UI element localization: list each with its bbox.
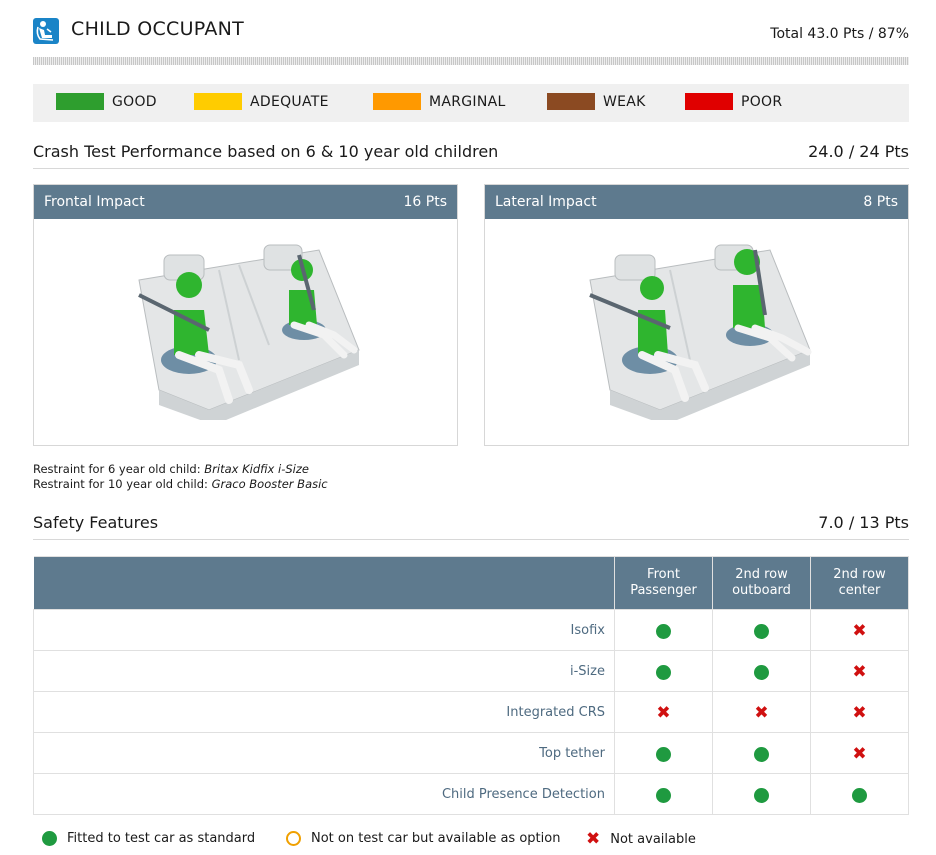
key-fitted-label: Fitted to test car as standard bbox=[67, 831, 256, 846]
fitted-dot-icon bbox=[754, 746, 769, 762]
feature-cell: ✖ bbox=[810, 609, 909, 651]
table-header-row: Front Passenger 2nd row outboard 2nd row ce… bbox=[33, 556, 909, 610]
feature-cell bbox=[614, 650, 713, 692]
frontal-impact-score: 16 Pts bbox=[403, 194, 448, 210]
table-row: Child Presence Detection bbox=[33, 773, 909, 815]
restraint-info: Restraint for 6 year old child: Britax K… bbox=[33, 462, 328, 492]
feature-cell bbox=[712, 650, 811, 692]
feature-cell: ✖ bbox=[810, 691, 909, 733]
col-front-passenger: Front Passenger bbox=[614, 556, 713, 610]
table-header-blank bbox=[33, 556, 615, 610]
not-available-x-icon: ✖ bbox=[852, 620, 867, 641]
option-ring-icon bbox=[286, 831, 301, 846]
key-not-available: ✖ Not available bbox=[586, 831, 696, 848]
feature-cell bbox=[712, 732, 811, 774]
table-row: Top tether ✖ bbox=[33, 732, 909, 774]
restraint-6yo: Restraint for 6 year old child: Britax K… bbox=[33, 462, 328, 477]
not-available-x-icon: ✖ bbox=[852, 743, 867, 764]
table-row: i-Size ✖ bbox=[33, 650, 909, 692]
fitted-dot-icon bbox=[754, 664, 769, 680]
fitted-dot-icon bbox=[656, 746, 671, 762]
feature-label: i-Size bbox=[33, 650, 615, 692]
legend-label-poor: POOR bbox=[741, 94, 783, 110]
total-score: Total 43.0 Pts / 87% bbox=[770, 26, 909, 42]
restraint-6yo-value: Britax Kidfix i-Size bbox=[204, 462, 309, 476]
crash-test-title: Crash Test Performance based on 6 & 10 y… bbox=[33, 142, 499, 161]
frontal-impact-header: Frontal Impact 16 Pts bbox=[34, 185, 457, 219]
feature-cell: ✖ bbox=[614, 691, 713, 733]
fitted-dot-icon bbox=[656, 664, 671, 680]
feature-cell bbox=[810, 773, 909, 815]
table-row: Integrated CRS ✖ ✖ ✖ bbox=[33, 691, 909, 733]
frontal-impact-label: Frontal Impact bbox=[44, 194, 145, 210]
table-row: Isofix ✖ bbox=[33, 609, 909, 651]
frontal-impact-panel: Frontal Impact 16 Pts bbox=[33, 184, 458, 446]
safety-features-heading: Safety Features 7.0 / 13 Pts bbox=[33, 513, 909, 540]
section-header: CHILD OCCUPANT Total 43.0 Pts / 87% bbox=[33, 18, 909, 48]
page-title: CHILD OCCUPANT bbox=[71, 18, 245, 40]
legend-swatch-weak bbox=[547, 93, 595, 110]
legend-label-weak: WEAK bbox=[603, 94, 646, 110]
fitted-dot-icon bbox=[754, 787, 769, 803]
key-fitted: Fitted to test car as standard bbox=[42, 831, 255, 846]
fitted-dot-icon bbox=[656, 623, 671, 639]
feature-cell bbox=[614, 609, 713, 651]
lateral-impact-header: Lateral Impact 8 Pts bbox=[485, 185, 908, 219]
not-available-x-icon: ✖ bbox=[586, 829, 601, 849]
rating-legend: GOOD ADEQUATE MARGINAL WEAK POOR bbox=[33, 84, 909, 122]
restraint-10yo-value: Graco Booster Basic bbox=[211, 477, 328, 491]
not-available-x-icon: ✖ bbox=[656, 702, 671, 723]
frontal-impact-seat-image bbox=[138, 244, 360, 420]
legend-swatch-poor bbox=[685, 93, 733, 110]
fitted-dot-icon bbox=[42, 831, 57, 846]
restraint-10yo: Restraint for 10 year old child: Graco B… bbox=[33, 477, 328, 492]
lateral-impact-panel: Lateral Impact 8 Pts bbox=[484, 184, 909, 446]
feature-cell: ✖ bbox=[810, 732, 909, 774]
lateral-impact-seat-image bbox=[589, 244, 812, 420]
feature-cell: ✖ bbox=[712, 691, 811, 733]
feature-cell bbox=[614, 773, 713, 815]
lateral-impact-score: 8 Pts bbox=[863, 194, 898, 210]
feature-cell bbox=[712, 773, 811, 815]
lateral-impact-label: Lateral Impact bbox=[495, 194, 597, 210]
crash-test-heading: Crash Test Performance based on 6 & 10 y… bbox=[33, 142, 909, 169]
key-option: Not on test car but available as option bbox=[286, 831, 560, 846]
safety-features-points: 7.0 / 13 Pts bbox=[818, 513, 909, 532]
fitted-dot-icon bbox=[852, 787, 867, 803]
legend-swatch-marginal bbox=[373, 93, 421, 110]
not-available-x-icon: ✖ bbox=[852, 661, 867, 682]
feature-label: Isofix bbox=[33, 609, 615, 651]
legend-swatch-good bbox=[56, 93, 104, 110]
col-2nd-row-outboard: 2nd row outboard bbox=[712, 556, 811, 610]
legend-label-adequate: ADEQUATE bbox=[250, 94, 329, 110]
legend-swatch-adequate bbox=[194, 93, 242, 110]
crash-test-points: 24.0 / 24 Pts bbox=[808, 142, 909, 161]
safety-features-title: Safety Features bbox=[33, 513, 159, 532]
not-available-x-icon: ✖ bbox=[754, 702, 769, 723]
header-divider bbox=[33, 57, 909, 65]
feature-label: Top tether bbox=[33, 732, 615, 774]
feature-cell: ✖ bbox=[810, 650, 909, 692]
col-2nd-row-center: 2nd row center bbox=[810, 556, 909, 610]
feature-cell bbox=[712, 609, 811, 651]
child-seat-icon bbox=[33, 18, 59, 44]
feature-cell bbox=[614, 732, 713, 774]
key-option-label: Not on test car but available as option bbox=[311, 831, 561, 846]
not-available-x-icon: ✖ bbox=[852, 702, 867, 723]
restraint-6yo-label: Restraint for 6 year old child: bbox=[33, 462, 201, 476]
key-na-label: Not available bbox=[610, 832, 696, 847]
feature-label: Child Presence Detection bbox=[33, 773, 615, 815]
safety-features-table: Front Passenger 2nd row outboard 2nd row ce… bbox=[33, 556, 909, 815]
fitted-dot-icon bbox=[754, 623, 769, 639]
fitted-dot-icon bbox=[656, 787, 671, 803]
legend-label-marginal: MARGINAL bbox=[429, 94, 506, 110]
legend-label-good: GOOD bbox=[112, 94, 157, 110]
feature-label: Integrated CRS bbox=[33, 691, 615, 733]
restraint-10yo-label: Restraint for 10 year old child: bbox=[33, 477, 208, 491]
